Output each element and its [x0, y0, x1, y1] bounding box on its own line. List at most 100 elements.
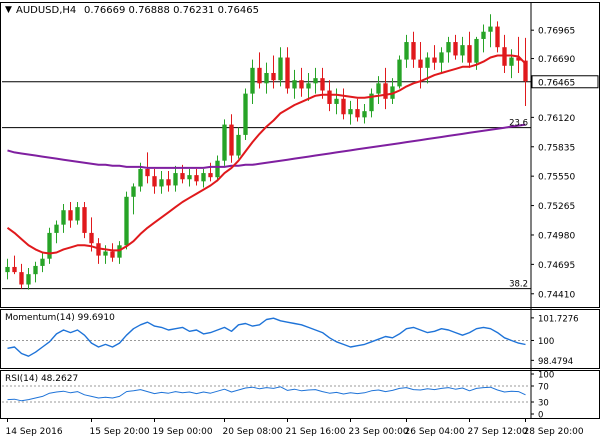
candle-body: [397, 59, 402, 87]
rsi-tick-label: 0: [538, 411, 543, 421]
candle-body: [243, 93, 248, 135]
candle-body: [481, 31, 486, 39]
candle-body: [208, 173, 213, 178]
candle-body: [278, 57, 283, 81]
candle-body: [61, 210, 66, 225]
candle-body: [201, 173, 206, 182]
candle-body: [173, 173, 178, 186]
rsi-tick-label: 100: [538, 371, 554, 381]
candle-body: [467, 45, 472, 63]
price-tick-label: 0.76965: [538, 27, 575, 37]
candle-body: [425, 57, 430, 68]
candle-body: [299, 80, 304, 89]
price-chart: 0.76965 0.76690 0.76120 0.75835 0.75550 0.752…: [0, 2, 600, 437]
chart-symbol: AUDUSD,H4: [16, 5, 76, 16]
current-price-label: 0.76465: [538, 78, 575, 88]
chart-window: 0.76965 0.76690 0.76120 0.75835 0.75550 0.752…: [0, 0, 600, 443]
candle-body: [439, 52, 444, 63]
candle-body: [306, 83, 311, 89]
candle-body: [40, 258, 45, 266]
rsi-title: RSI(14) 48.2627: [5, 374, 78, 384]
candle-body: [327, 90, 332, 104]
candle-body: [453, 42, 458, 56]
time-tick-label: 14 Sep 2016: [6, 427, 63, 437]
candle-body: [411, 42, 416, 60]
momentum-tick-label: 98.4794: [538, 357, 573, 367]
candle-body: [54, 224, 59, 233]
candle-body: [404, 42, 409, 60]
candle-body: [194, 175, 199, 182]
price-tick-label: 0.76690: [538, 55, 575, 65]
candle-body: [159, 179, 164, 187]
candle-body: [523, 60, 528, 82]
candle-body: [5, 266, 10, 273]
candle-body: [19, 272, 24, 285]
momentum-tick-label: 101.7276: [538, 314, 579, 324]
candle-body: [68, 210, 73, 221]
time-tick-label: 23 Sep 00:00: [349, 427, 409, 437]
candle-body: [355, 109, 360, 118]
candle-body: [12, 266, 17, 273]
candle-body: [110, 251, 115, 258]
time-tick-label: 21 Sep 16:00: [286, 427, 346, 437]
momentum-line: [7, 317, 526, 357]
chart-ohlc-values: 0.76669 0.76888 0.76231 0.76465: [84, 5, 259, 16]
candle-body: [418, 59, 423, 68]
candle-body: [117, 245, 122, 258]
candle-body: [89, 232, 94, 244]
candle-body: [145, 168, 150, 177]
time-tick-label: 26 Sep 04:00: [405, 427, 465, 437]
candle-body: [138, 168, 143, 187]
candle-body: [180, 173, 185, 180]
candle-body: [320, 78, 325, 91]
candle-body: [257, 67, 262, 84]
fibonacci-level-label: 38.2: [509, 280, 528, 290]
dropdown-arrow-icon[interactable]: ▼: [5, 5, 12, 15]
candle-body: [446, 42, 451, 53]
price-tick-label: 0.75550: [538, 173, 575, 183]
time-tick-label: 19 Sep 00:00: [153, 427, 213, 437]
price-tick-label: 0.74695: [538, 261, 575, 271]
candle-body: [348, 109, 353, 115]
rsi-tick-label: 70: [538, 383, 549, 393]
time-tick-label: 15 Sep 20:00: [90, 427, 150, 437]
momentum-title: Momentum(14) 99.6910: [5, 313, 115, 323]
time-tick-label: 20 Sep 08:00: [223, 427, 283, 437]
candle-body: [313, 78, 318, 84]
candle-body: [383, 83, 388, 99]
candle-body: [229, 124, 234, 156]
candle-body: [292, 80, 297, 89]
candle-body: [362, 111, 367, 118]
candle-body: [33, 265, 38, 275]
candle-body: [285, 57, 290, 89]
momentum-tick-label: 100: [538, 337, 554, 347]
rsi-pane-frame: [0, 370, 600, 419]
candle-body: [271, 72, 276, 81]
rsi-line: [7, 386, 526, 402]
price-tick-label: 0.74410: [538, 290, 575, 300]
candle-body: [215, 160, 220, 178]
candle-body: [250, 67, 255, 94]
fibonacci-level-label: 23.6: [509, 119, 528, 129]
candle-body: [222, 124, 227, 161]
candle-body: [236, 134, 241, 156]
candle-body: [488, 26, 493, 32]
time-tick-label: 27 Sep 12:00: [468, 427, 528, 437]
time-tick-label: 28 Sep 20:00: [524, 427, 584, 437]
candle-body: [341, 98, 346, 115]
price-tick-label: 0.74980: [538, 231, 575, 241]
candle-body: [474, 38, 479, 63]
candle-body: [495, 26, 500, 48]
candle-body: [334, 98, 339, 104]
rsi-tick-label: 30: [538, 399, 549, 409]
candle-body: [264, 72, 269, 84]
candle-body: [26, 274, 31, 285]
candle-body: [509, 57, 514, 66]
price-tick-label: 0.75265: [538, 202, 575, 212]
candle-body: [124, 196, 129, 246]
candle-body: [376, 83, 381, 94]
candle-body: [187, 175, 192, 180]
candle-body: [152, 176, 157, 187]
main-pane-frame: [0, 2, 600, 308]
candle-body: [432, 57, 437, 63]
